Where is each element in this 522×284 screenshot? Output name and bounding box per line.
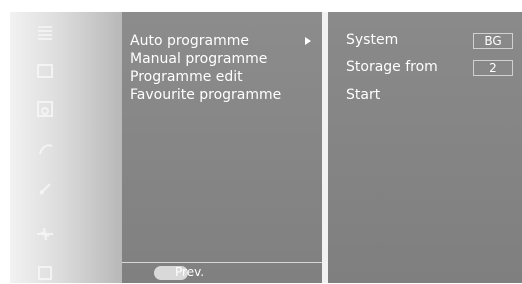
start-button[interactable]: Start (346, 87, 380, 103)
installation-menu: Auto programme Manual programme Programm… (122, 12, 322, 283)
speaker-icon[interactable] (34, 98, 56, 120)
plane-icon[interactable] (34, 222, 56, 244)
footer-divider (122, 262, 322, 263)
square-icon[interactable] (34, 60, 56, 82)
box-icon[interactable] (34, 262, 56, 284)
auto-programme-panel: System BG Storage from 2 Start (328, 12, 522, 283)
system-value[interactable]: BG (473, 33, 513, 49)
menu-item-manual-programme[interactable]: Manual programme (130, 50, 281, 68)
menu-item-auto-programme[interactable]: Auto programme (130, 32, 281, 50)
satellite-icon[interactable] (34, 178, 56, 200)
menu-grid-icon[interactable] (34, 22, 56, 44)
tv-menu-screen: Auto programme Manual programme Programm… (0, 0, 522, 283)
submenu-arrow-icon (305, 37, 311, 45)
prev-label: Prev. (175, 265, 205, 279)
menu-list: Auto programme Manual programme Programm… (130, 32, 281, 104)
menu-item-favourite-programme[interactable]: Favourite programme (130, 86, 281, 104)
clock-icon[interactable] (34, 138, 56, 160)
storage-from-label: Storage from (346, 59, 438, 75)
side-icon-bar (10, 12, 122, 283)
system-label: System (346, 32, 399, 48)
menu-item-programme-edit[interactable]: Programme edit (130, 68, 281, 86)
storage-from-value[interactable]: 2 (473, 60, 513, 76)
